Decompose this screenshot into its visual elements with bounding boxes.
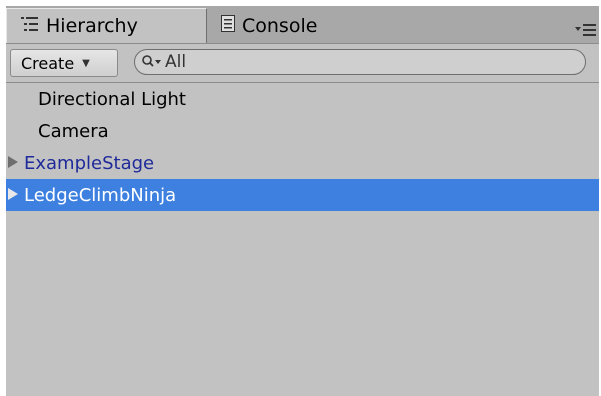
hierarchy-list: Directional Light Camera ExampleStage Le… [6, 83, 599, 211]
dropdown-caret-icon: ▼ [82, 57, 90, 69]
search-field[interactable] [134, 49, 586, 75]
tab-strip: Hierarchy Console [6, 6, 599, 43]
hierarchy-item-label: Directional Light [38, 89, 186, 110]
hierarchy-item-camera[interactable]: Camera [6, 115, 599, 147]
tab-hierarchy[interactable]: Hierarchy [6, 8, 207, 43]
tab-console-label: Console [242, 14, 318, 37]
hierarchy-window: Hierarchy Console Create ▼ All Direction… [6, 6, 599, 396]
tab-hierarchy-label: Hierarchy [46, 15, 138, 37]
hierarchy-toolbar: Create ▼ [6, 43, 599, 83]
expand-arrow-icon[interactable] [8, 188, 18, 200]
create-button[interactable]: Create ▼ [10, 49, 118, 77]
search-icon [141, 54, 163, 70]
expand-arrow-icon[interactable] [8, 156, 18, 168]
hierarchy-item-ledgeclimbninja[interactable]: LedgeClimbNinja [6, 179, 599, 211]
hierarchy-item-examplestage[interactable]: ExampleStage [6, 147, 599, 179]
search-input[interactable] [165, 52, 565, 72]
console-doc-icon [221, 14, 235, 37]
hierarchy-item-label: ExampleStage [24, 153, 155, 174]
hierarchy-item-label: Camera [38, 121, 109, 142]
tab-console[interactable]: Console [209, 8, 399, 43]
hierarchy-item-label: LedgeClimbNinja [24, 185, 177, 206]
hierarchy-item-directional-light[interactable]: Directional Light [6, 83, 599, 115]
panel-menu-icon[interactable] [575, 22, 597, 38]
hierarchy-list-icon [21, 15, 39, 37]
create-button-label: Create [21, 53, 75, 73]
